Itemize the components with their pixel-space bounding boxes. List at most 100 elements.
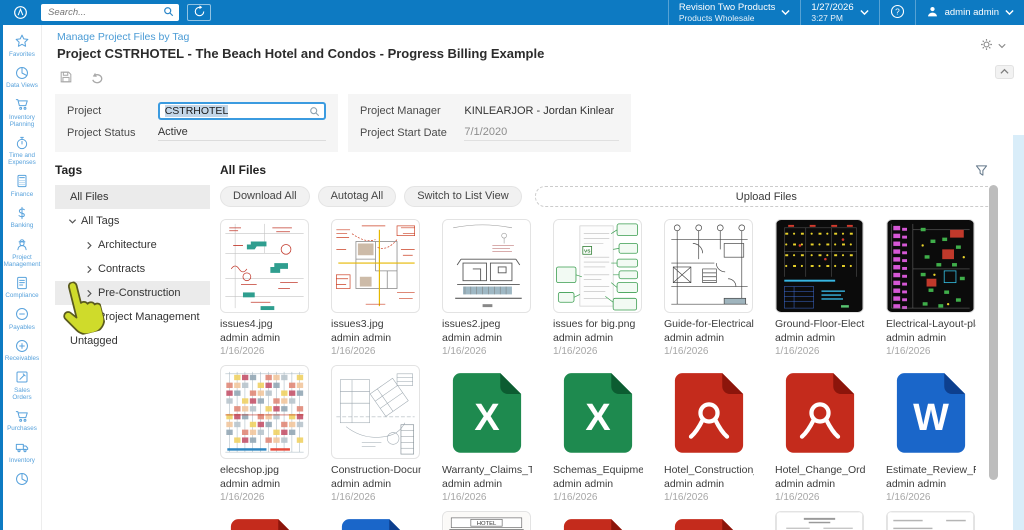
file-card-ground-floor-electrical-in[interactable]: Ground-Floor-Electrical-In... admin admi… (775, 219, 865, 357)
help-button[interactable]: ? (879, 0, 915, 25)
sidebar-item-receivables[interactable]: Receivables (3, 335, 41, 367)
excel-thumbnail[interactable]: X (553, 365, 642, 459)
pdf-thumbnail[interactable] (220, 511, 309, 530)
section-gray-thumbnail[interactable] (442, 219, 531, 313)
company-selector[interactable]: Revision Two Products Products Wholesale (668, 0, 800, 25)
search-input[interactable] (48, 7, 163, 18)
file-card-warranty-claims-trackin[interactable]: X Warranty_Claims_Trackin... admin admin… (442, 365, 532, 503)
plan-orange-thumbnail[interactable] (331, 219, 420, 313)
tag-item-contracts[interactable]: Contracts (55, 257, 210, 281)
business-date-button[interactable] (187, 4, 211, 21)
chevron-down-icon[interactable] (68, 217, 81, 226)
siteplan-thumbnail[interactable] (331, 365, 420, 459)
screen-settings-button[interactable] (980, 38, 1006, 54)
vertical-scrollbar[interactable] (989, 185, 998, 480)
sidebar-item-compliance[interactable]: Compliance (3, 272, 41, 304)
file-card[interactable] (664, 511, 754, 530)
file-card-issues3-jpg[interactable]: issues3.jpg admin admin 1/16/2026 (331, 219, 421, 357)
sheet-doc-thumbnail[interactable] (886, 511, 975, 530)
pdf-thumbnail[interactable] (775, 365, 864, 459)
sidebar-item-sales-orders[interactable]: Sales Orders (3, 366, 41, 405)
undo-button[interactable] (90, 70, 104, 87)
file-card[interactable]: W (331, 511, 421, 530)
file-owner: admin admin (553, 332, 643, 344)
file-card-electrical-layout-plans-c[interactable]: Electrical-Layout-plans-C... admin admin… (886, 219, 976, 357)
app-logo-icon[interactable] (13, 5, 28, 20)
sidebar-item-finance[interactable]: Finance (3, 170, 41, 202)
file-card[interactable] (220, 511, 310, 530)
project-input[interactable]: CSTRHOTEL (158, 102, 326, 120)
save-button[interactable] (59, 70, 73, 87)
file-card-issues4-jpg[interactable]: issues4.jpg admin admin 1/16/2026 (220, 219, 310, 357)
hotel-thumbnail[interactable]: HOTEL (442, 511, 531, 530)
file-date: 1/16/2026 (775, 346, 865, 357)
collapse-form-button[interactable] (995, 65, 1014, 79)
excel-thumbnail[interactable]: X (442, 365, 531, 459)
tag-item-all-tags[interactable]: All Tags (55, 209, 210, 233)
sidebar-item-time-and-expenses[interactable]: Time and Expenses (3, 132, 41, 171)
file-card-construction-document1[interactable]: Construction-Document1-... admin admin 1… (331, 365, 421, 503)
colorplan-thumbnail[interactable] (220, 365, 309, 459)
file-card-schemas-equipment-lis[interactable]: X Schemas_Equipment_Lis... admin admin 1… (553, 365, 643, 503)
user-menu[interactable]: admin admin (915, 0, 1024, 25)
tag-item-all-files[interactable]: All Files (55, 185, 210, 209)
sidebar-item-banking[interactable]: Banking (3, 202, 41, 234)
sketch-red-thumbnail[interactable] (220, 219, 309, 313)
word-thumbnail[interactable]: W (886, 365, 975, 459)
chevron-right-icon[interactable] (85, 289, 98, 298)
chevron-right-icon[interactable] (85, 241, 98, 250)
file-date: 1/16/2026 (553, 346, 643, 357)
cad-dark2-thumbnail[interactable] (886, 219, 975, 313)
word-thumbnail[interactable]: W (331, 511, 420, 530)
user-icon (926, 5, 939, 21)
sidebar-item-inventory-planning[interactable]: Inventory Planning (3, 93, 41, 132)
file-card-guide-for-electrical-drawi[interactable]: Guide-for-Electrical-Drawi... admin admi… (664, 219, 754, 357)
pdf-thumbnail[interactable] (664, 365, 753, 459)
notes-green-thumbnail[interactable]: VS (553, 219, 642, 313)
tag-item-project-management[interactable]: Project Management (55, 305, 210, 329)
file-card-estimate-review-report[interactable]: W Estimate_Review_Report... admin admin … (886, 365, 976, 503)
file-card[interactable] (553, 511, 643, 530)
sidebar-item-payables[interactable]: Payables (3, 303, 41, 335)
chevron-right-icon[interactable] (85, 313, 98, 322)
tag-item-untagged[interactable]: Untagged (55, 329, 210, 353)
form-doc-thumbnail[interactable] (775, 511, 864, 530)
breadcrumb[interactable]: Manage Project Files by Tag (57, 31, 189, 43)
file-card-issues2-jpeg[interactable]: issues2.jpeg admin admin 1/16/2026 (442, 219, 532, 357)
upload-files-dropzone[interactable]: Upload Files (535, 186, 998, 207)
pdf-thumbnail[interactable] (553, 511, 642, 530)
filter-icon[interactable] (975, 164, 988, 180)
switch-list-view-button[interactable]: Switch to List View (404, 186, 522, 207)
file-card-elecshop-jpg[interactable]: elecshop.jpg admin admin 1/16/2026 (220, 365, 310, 503)
svg-text:?: ? (895, 6, 900, 16)
file-card[interactable] (886, 511, 976, 530)
file-name: Construction-Document1-... (331, 464, 421, 476)
file-card[interactable]: HOTEL (442, 511, 532, 530)
global-search[interactable] (41, 4, 179, 21)
autotag-all-button[interactable]: Autotag All (318, 186, 397, 207)
file-date: 1/16/2026 (664, 492, 754, 503)
sidebar-item-favorites[interactable]: Favorites (3, 30, 41, 62)
sidebar-item-project-management[interactable]: Project Management (3, 233, 41, 272)
file-card-issues-for-big-png[interactable]: VS issues for big.png admin admin 1/16/2… (553, 219, 643, 357)
file-card-hotel-construction-contr[interactable]: Hotel_Construction_Contr... admin admin … (664, 365, 754, 503)
sidebar-item-label: Inventory (9, 457, 35, 464)
date-selector[interactable]: 1/27/2026 3:27 PM (800, 0, 878, 25)
tag-item-architecture[interactable]: Architecture (55, 233, 210, 257)
sidebar-item-inventory[interactable]: Inventory (3, 436, 41, 468)
sidebar-item-data-views[interactable]: Data Views (3, 62, 41, 94)
file-card-hotel-change-order-ap[interactable]: Hotel_Change_Order_Ap... admin admin 1/1… (775, 365, 865, 503)
download-all-button[interactable]: Download All (220, 186, 310, 207)
lookup-icon[interactable] (309, 106, 320, 117)
sidebar-item-purchases[interactable]: Purchases (3, 405, 41, 437)
top-header: Revision Two Products Products Wholesale… (0, 0, 1024, 25)
star-icon (14, 33, 30, 49)
sidebar-item-pie[interactable] (3, 468, 41, 493)
search-icon[interactable] (163, 6, 174, 20)
cad-dark-thumbnail[interactable] (775, 219, 864, 313)
tag-item-pre-construction[interactable]: Pre-Construction (55, 281, 210, 305)
chevron-right-icon[interactable] (85, 265, 98, 274)
plan-bw-thumbnail[interactable] (664, 219, 753, 313)
pdf-thumbnail[interactable] (664, 511, 753, 530)
file-card[interactable] (775, 511, 865, 530)
